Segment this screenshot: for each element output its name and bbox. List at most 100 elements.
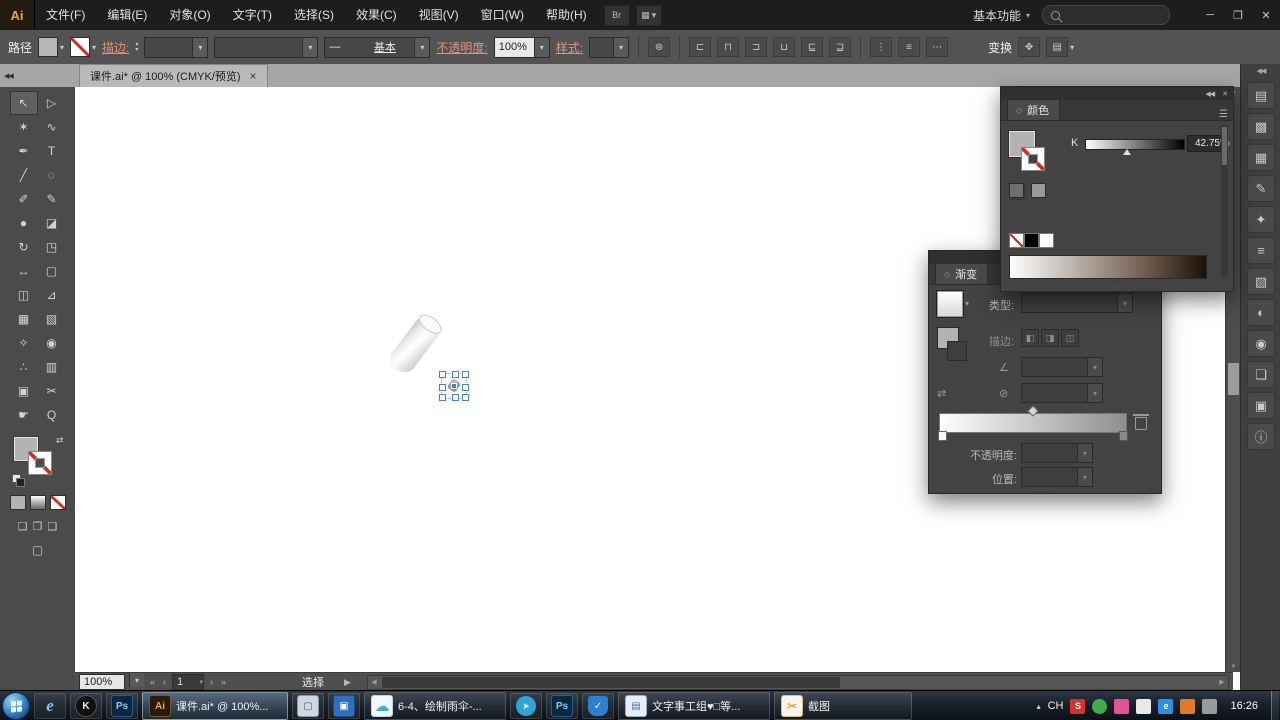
slice-tool[interactable]: ✂	[38, 379, 66, 403]
toolbar-collapse-icon[interactable]: ◀◀	[0, 72, 79, 80]
rotate-tool[interactable]: ↻	[10, 235, 38, 259]
k-value-field[interactable]: 42.75	[1187, 135, 1223, 152]
menu-file[interactable]: 文件(F)	[35, 0, 96, 30]
gradient-tool[interactable]: ▧	[38, 307, 66, 331]
panel-resize-grip[interactable]: ∙∙∙∙∙	[1001, 284, 1233, 291]
restore-button[interactable]: ❐	[1224, 0, 1252, 30]
align-top-icon[interactable]: ⊔	[773, 37, 796, 57]
align-vcenter-icon[interactable]: ⊑	[801, 37, 824, 57]
messenger-taskbar-icon[interactable]: ➤	[510, 693, 542, 719]
align-hcenter-icon[interactable]: ⊓	[717, 37, 740, 57]
gradient-slider[interactable]	[938, 405, 1128, 441]
scroll-down-icon[interactable]: ▼	[1226, 662, 1241, 672]
gradient-stop-end[interactable]	[1119, 431, 1128, 441]
zoom-level-combo[interactable]: 100%	[79, 674, 125, 690]
bridge-icon[interactable]: Br	[603, 4, 630, 26]
control-menu-icon[interactable]: ▤	[1046, 37, 1069, 57]
chevron-down-icon[interactable]: ▾	[129, 673, 144, 687]
opacity-combo[interactable]: 100% ▾	[493, 36, 550, 58]
prev-artboard-icon[interactable]: ‹	[161, 677, 168, 687]
control-menu[interactable]: ▤ ▾	[1046, 37, 1074, 57]
brush-definition-combo[interactable]: — 基本 ▾	[324, 36, 431, 58]
umbrella-roll-shape[interactable]	[386, 310, 445, 377]
first-artboard-icon[interactable]: «	[148, 677, 157, 687]
stroke-weight-stepper[interactable]: ▴ ▾	[135, 41, 138, 53]
width-profile-combo[interactable]: ▾	[214, 36, 319, 58]
none-button[interactable]	[49, 495, 66, 510]
color-guide-panel-icon[interactable]: ▩	[1247, 113, 1275, 140]
scroll-left-icon[interactable]: ◀	[368, 676, 380, 689]
brushes-panel-icon[interactable]: ✎	[1247, 175, 1275, 202]
transform-grid-icon[interactable]: ✥	[1018, 37, 1041, 57]
swatches-panel-icon[interactable]: ▦	[1247, 144, 1275, 171]
menu-effect[interactable]: 效果(C)	[345, 0, 408, 30]
show-desktop-button[interactable]	[1271, 691, 1279, 720]
transform-link[interactable]: 变换	[988, 39, 1012, 56]
draw-inside-icon[interactable]: ❑	[47, 520, 57, 533]
gradient-stop-start[interactable]	[938, 431, 947, 441]
symbols-panel-icon[interactable]: ✦	[1247, 206, 1275, 233]
selection-handle-nw[interactable]	[439, 371, 446, 378]
black-swatch[interactable]	[1024, 233, 1039, 248]
width-tool[interactable]: ↔	[10, 259, 38, 283]
distribute-vertical-icon[interactable]: ⋮	[870, 37, 893, 57]
gradient-panel-tab[interactable]: ◇ 渐变	[935, 263, 989, 284]
tab-close-icon[interactable]: ×	[250, 69, 257, 83]
tray-orange-icon[interactable]	[1180, 698, 1196, 714]
photoshop-taskbar-icon[interactable]: Ps	[106, 693, 138, 719]
align-bottom-icon[interactable]: ⊒	[829, 37, 852, 57]
panel-collapse-icon[interactable]: ◀◀	[1205, 90, 1215, 98]
menu-select[interactable]: 选择(S)	[283, 0, 345, 30]
perspective-grid-tool[interactable]: ⊿	[38, 283, 66, 307]
search-input[interactable]	[1042, 5, 1170, 25]
zoom-tool[interactable]: Q	[38, 403, 66, 427]
chevron-down-icon[interactable]: ▾	[533, 37, 549, 57]
chevron-down-icon[interactable]: ▾	[1077, 468, 1092, 486]
stroke-none-swatch[interactable]	[70, 37, 91, 57]
tray-gray-icon[interactable]	[1202, 698, 1218, 714]
k-channel-slider[interactable]	[1085, 139, 1185, 150]
selection-handle-s[interactable]	[452, 394, 459, 401]
chevron-down-icon[interactable]: ▾	[414, 37, 430, 57]
swap-fill-stroke-icon[interactable]: ⇄	[56, 435, 64, 446]
k-spectrum-ramp[interactable]	[1009, 255, 1207, 279]
mesh-tool[interactable]: ▦	[10, 307, 38, 331]
menu-object[interactable]: 对象(O)	[158, 0, 221, 30]
snip-taskbar-button[interactable]: ✂ 截图	[774, 692, 912, 720]
spin-down-icon[interactable]: ▾	[135, 47, 138, 53]
magic-wand-tool[interactable]: ✶	[10, 115, 38, 139]
cloud-document-taskbar-button[interactable]: ☁ 6-4、绘制雨伞-...	[364, 692, 506, 720]
selection-handle-n[interactable]	[452, 371, 459, 378]
artboard-number-combo[interactable]: 1 ▾	[172, 674, 205, 690]
panel-scrollbar[interactable]	[1221, 125, 1228, 277]
reverse-gradient-icon[interactable]: ⇄	[937, 387, 946, 400]
gradient-stroke-proxy[interactable]	[947, 341, 967, 361]
opacity-link[interactable]: 不透明度:	[436, 39, 487, 56]
panel-resize-grip[interactable]: ∙∙∙∙∙	[929, 486, 1161, 493]
tray-red-icon[interactable]: S	[1070, 698, 1086, 714]
gradient-angle-combo[interactable]: ▾	[1021, 357, 1103, 377]
minimize-button[interactable]: ─	[1196, 0, 1224, 30]
stroke-proxy-swatch[interactable]	[27, 451, 52, 475]
menu-help[interactable]: 帮助(H)	[535, 0, 598, 30]
fill-swatch[interactable]	[38, 37, 59, 57]
menu-view[interactable]: 视图(V)	[408, 0, 470, 30]
pen-tool[interactable]: ✒	[10, 139, 38, 163]
chevron-down-icon[interactable]: ▾	[1087, 384, 1102, 402]
stroke-weight-combo[interactable]: ▾	[144, 36, 209, 58]
ie-taskbar-icon[interactable]: e	[34, 693, 66, 719]
status-expand-icon[interactable]: ▶	[342, 677, 353, 688]
tray-blue-icon[interactable]: e	[1158, 698, 1174, 714]
horizontal-scroll-thumb[interactable]	[381, 676, 840, 688]
draw-normal-icon[interactable]: ❏	[18, 520, 28, 533]
stroke-panel-icon[interactable]: ≡	[1247, 237, 1275, 264]
text-group-taskbar-button[interactable]: ▤ 文字事工组♥□等...	[618, 692, 770, 720]
document-tab[interactable]: 课件.ai* @ 100% (CMYK/预览) ×	[79, 64, 268, 87]
workspace-switcher[interactable]: 基本功能 ▾	[973, 7, 1030, 24]
shape-builder-tool[interactable]: ◫	[10, 283, 38, 307]
photoshop2-taskbar-icon[interactable]: Ps	[546, 693, 578, 719]
color-panel-icon[interactable]: ▤	[1247, 82, 1275, 109]
color-stroke-proxy[interactable]	[1021, 147, 1045, 171]
artboard-tool[interactable]: ▣	[10, 379, 38, 403]
vertical-scroll-thumb[interactable]	[1228, 363, 1239, 395]
